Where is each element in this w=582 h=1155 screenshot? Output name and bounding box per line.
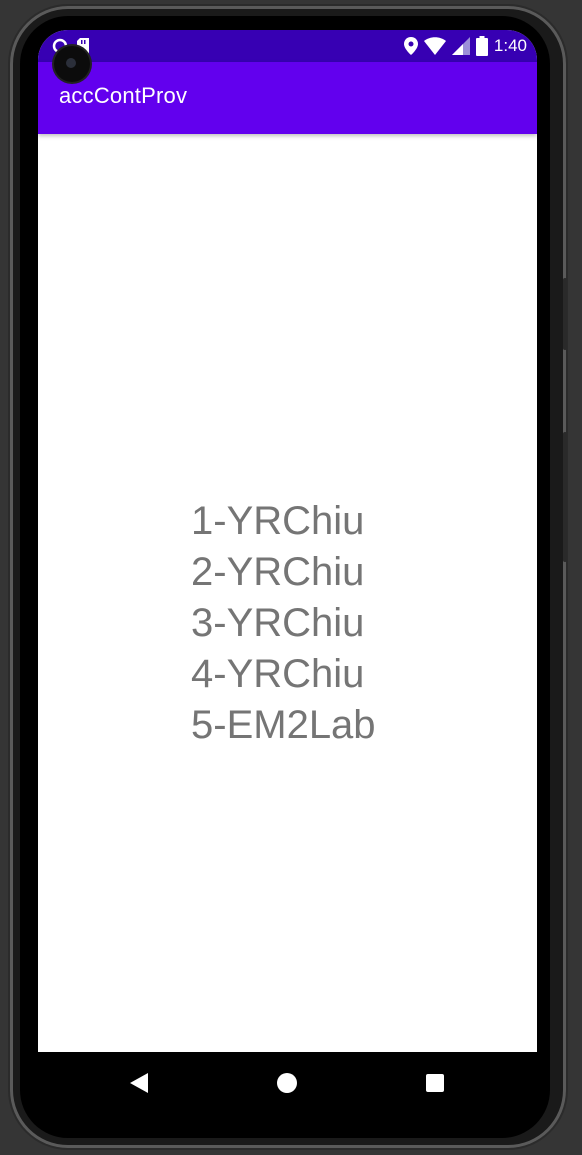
status-bar: 1:40	[38, 30, 537, 62]
list-item: 5-EM2Lab	[191, 703, 376, 747]
content-list: 1-YRChiu 2-YRChiu 3-YRChiu 4-YRChiu 5-EM…	[191, 496, 376, 751]
wifi-icon	[423, 37, 446, 55]
navigation-bar	[38, 1052, 537, 1114]
power-button[interactable]	[563, 432, 567, 562]
clock: 1:40	[493, 36, 527, 55]
recents-icon[interactable]	[426, 1074, 444, 1092]
back-icon[interactable]	[130, 1073, 148, 1093]
volume-button[interactable]	[563, 278, 567, 350]
app-bar: accContProv	[38, 62, 537, 134]
app-title: accContProv	[59, 83, 188, 108]
list-item: 3-YRChiu	[191, 601, 365, 645]
location-icon	[403, 37, 418, 55]
device-frame: 1:40 accContProv 1-YRChiu 2-YRChiu 3-YRC…	[0, 0, 582, 1155]
home-icon[interactable]	[277, 1073, 297, 1093]
list-item: 1-YRChiu	[191, 499, 365, 543]
camera-icon	[54, 46, 90, 82]
screen: 1:40 accContProv 1-YRChiu 2-YRChiu 3-YRC…	[38, 30, 537, 1052]
signal-icon	[451, 37, 470, 55]
list-item: 2-YRChiu	[191, 550, 365, 594]
list-item: 4-YRChiu	[191, 652, 365, 696]
battery-icon	[475, 36, 488, 56]
status-right-icons: 1:40	[403, 36, 527, 56]
